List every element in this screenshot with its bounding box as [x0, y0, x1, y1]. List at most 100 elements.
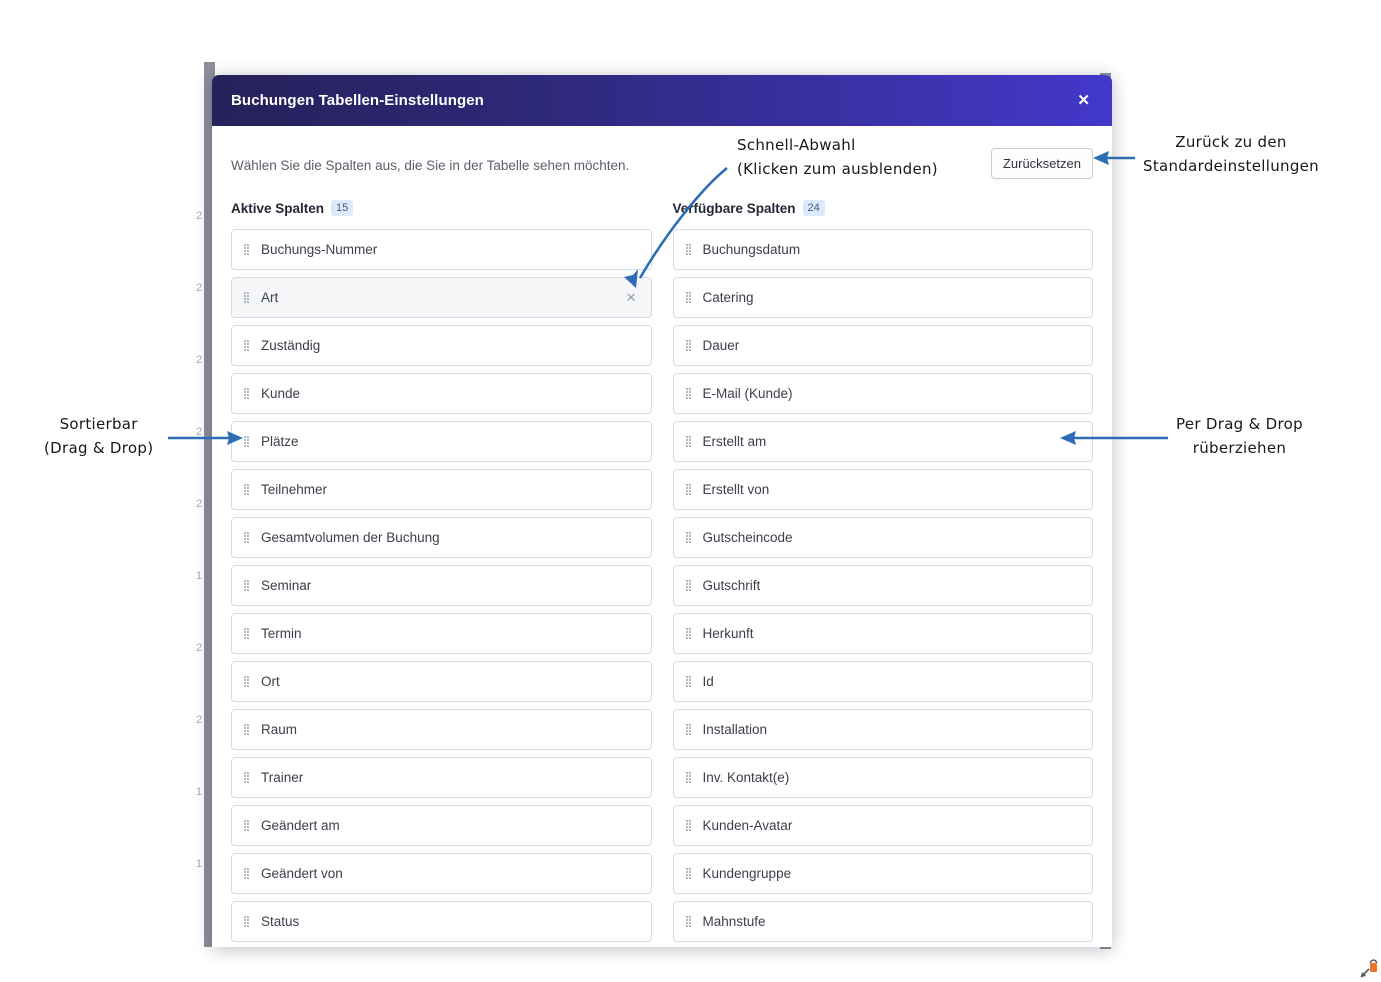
drag-handle-icon[interactable]	[244, 723, 251, 736]
annotation-reset-line2: Standardeinstellungen	[1143, 157, 1319, 175]
background-row-number: 2	[196, 498, 203, 510]
column-item[interactable]: Status	[231, 901, 652, 942]
column-item-label: Mahnstufe	[702, 914, 766, 929]
drag-handle-icon[interactable]	[685, 819, 693, 832]
column-item-label: Art	[261, 290, 279, 305]
background-row-number: 2	[196, 714, 203, 726]
column-item[interactable]: Kunde	[231, 373, 652, 414]
drag-handle-icon[interactable]	[685, 483, 693, 496]
available-columns-count-badge: 24	[802, 200, 825, 216]
background-row-number: 1	[196, 858, 203, 870]
column-item[interactable]: Seminar	[231, 565, 652, 606]
remove-column-icon[interactable]: ✕	[625, 291, 638, 304]
column-item[interactable]: Catering	[672, 277, 1093, 318]
column-item-label: Kunde	[261, 386, 301, 401]
column-item[interactable]: Buchungsdatum	[672, 229, 1093, 270]
column-item[interactable]: E-Mail (Kunde)	[672, 373, 1093, 414]
column-item[interactable]: Dauer	[672, 325, 1093, 366]
column-item[interactable]: Teilnehmer	[231, 469, 652, 510]
drag-handle-icon[interactable]	[685, 339, 693, 352]
column-item[interactable]: Termin	[231, 613, 652, 654]
column-item[interactable]: Id	[672, 661, 1093, 702]
background-row-number: 2	[196, 282, 203, 294]
active-columns-list[interactable]: Buchungs-Nummer Art ✕ Zuständig Kunde Plätze T…	[231, 229, 652, 942]
drag-handle-icon[interactable]	[685, 771, 693, 784]
column-item-label: Buchungsdatum	[702, 242, 801, 257]
column-item-label: Erstellt am	[702, 434, 767, 449]
column-item[interactable]: Mahnstufe	[672, 901, 1093, 942]
drag-handle-icon[interactable]	[244, 339, 251, 352]
annotation-drag-line1: Per Drag & Drop	[1176, 415, 1303, 433]
drag-handle-icon[interactable]	[685, 579, 693, 592]
drag-handle-icon[interactable]	[685, 243, 693, 256]
background-row-number: 1	[196, 570, 203, 582]
reset-button[interactable]: Zurücksetzen	[990, 148, 1093, 179]
background-row-number: 2	[196, 210, 203, 222]
drag-handle-icon[interactable]	[244, 387, 251, 400]
available-columns-title: Verfügbare Spalten	[672, 200, 796, 216]
column-item[interactable]: Kunden-Avatar	[672, 805, 1093, 846]
column-item[interactable]: Plätze	[231, 421, 652, 462]
column-item-label: Ort	[261, 674, 280, 689]
column-item[interactable]: Gesamtvolumen der Buchung	[231, 517, 652, 558]
active-columns-panel: Aktive Spalten 15 Buchungs-Nummer Art ✕ Zus…	[231, 198, 652, 942]
column-item-label: Dauer	[702, 338, 740, 353]
column-item[interactable]: Erstellt am	[672, 421, 1093, 462]
column-item[interactable]: Gutscheincode	[672, 517, 1093, 558]
annotation-quick-deselect: Schnell-Abwahl (Klicken zum ausblenden)	[737, 133, 938, 181]
column-item-label: Teilnehmer	[261, 482, 328, 497]
drag-handle-icon[interactable]	[244, 435, 251, 448]
drag-handle-icon[interactable]	[244, 483, 251, 496]
drag-handle-icon[interactable]	[244, 915, 251, 928]
column-item[interactable]: Ort	[231, 661, 652, 702]
dialog-description: Wählen Sie die Spalten aus, die Sie in d…	[231, 158, 630, 173]
drag-handle-icon[interactable]	[685, 531, 693, 544]
column-item[interactable]: Geändert am	[231, 805, 652, 846]
drag-handle-icon[interactable]	[685, 627, 693, 640]
column-item[interactable]: Buchungs-Nummer	[231, 229, 652, 270]
column-item[interactable]: Geändert von	[231, 853, 652, 894]
drag-handle-icon[interactable]	[685, 915, 693, 928]
column-item-label: Geändert von	[261, 866, 343, 881]
drag-handle-icon[interactable]	[244, 531, 251, 544]
drag-handle-icon[interactable]	[685, 723, 693, 736]
drag-handle-icon[interactable]	[244, 243, 251, 256]
drag-handle-icon[interactable]	[244, 579, 251, 592]
annotation-sort-line1: Sortierbar	[59, 415, 138, 433]
drag-handle-icon[interactable]	[244, 627, 251, 640]
background-row-number: 2	[196, 426, 203, 438]
drag-handle-icon[interactable]	[244, 675, 251, 688]
column-item-label: Id	[702, 674, 714, 689]
background-row-number: 1	[196, 786, 203, 798]
dialog-body: Wählen Sie die Spalten aus, die Sie in d…	[212, 126, 1112, 942]
drag-handle-icon[interactable]	[244, 819, 251, 832]
column-item[interactable]: Trainer	[231, 757, 652, 798]
drag-handle-icon[interactable]	[685, 867, 693, 880]
column-item[interactable]: Installation	[672, 709, 1093, 750]
column-item[interactable]: Erstellt von	[672, 469, 1093, 510]
column-item-label: Seminar	[261, 578, 312, 593]
column-item[interactable]: Art ✕	[231, 277, 652, 318]
available-columns-list[interactable]: Buchungsdatum Catering Dauer E-Mail (Kunde)…	[672, 229, 1093, 942]
drag-handle-icon[interactable]	[685, 435, 693, 448]
available-columns-heading: Verfügbare Spalten 24	[673, 198, 1094, 218]
column-item[interactable]: Raum	[231, 709, 652, 750]
column-item[interactable]: Gutschrift	[672, 565, 1093, 606]
column-item[interactable]: Kundengruppe	[672, 853, 1093, 894]
columns-wrapper: Aktive Spalten 15 Buchungs-Nummer Art ✕ Zus…	[231, 198, 1093, 942]
drag-handle-icon[interactable]	[685, 387, 693, 400]
active-columns-count-badge: 15	[331, 200, 354, 216]
active-columns-title: Aktive Spalten	[231, 200, 325, 216]
column-item-label: Raum	[261, 722, 298, 737]
drag-handle-icon[interactable]	[685, 291, 693, 304]
drag-handle-icon[interactable]	[244, 771, 251, 784]
column-item-label: Gutschrift	[702, 578, 761, 593]
column-item[interactable]: Inv. Kontakt(e)	[672, 757, 1093, 798]
close-icon[interactable]: ✕	[1073, 91, 1094, 110]
column-item[interactable]: Herkunft	[672, 613, 1093, 654]
drag-handle-icon[interactable]	[244, 291, 251, 304]
column-item[interactable]: Zuständig	[231, 325, 652, 366]
drag-handle-icon[interactable]	[244, 867, 251, 880]
column-item-label: Gesamtvolumen der Buchung	[261, 530, 440, 545]
drag-handle-icon[interactable]	[685, 675, 693, 688]
